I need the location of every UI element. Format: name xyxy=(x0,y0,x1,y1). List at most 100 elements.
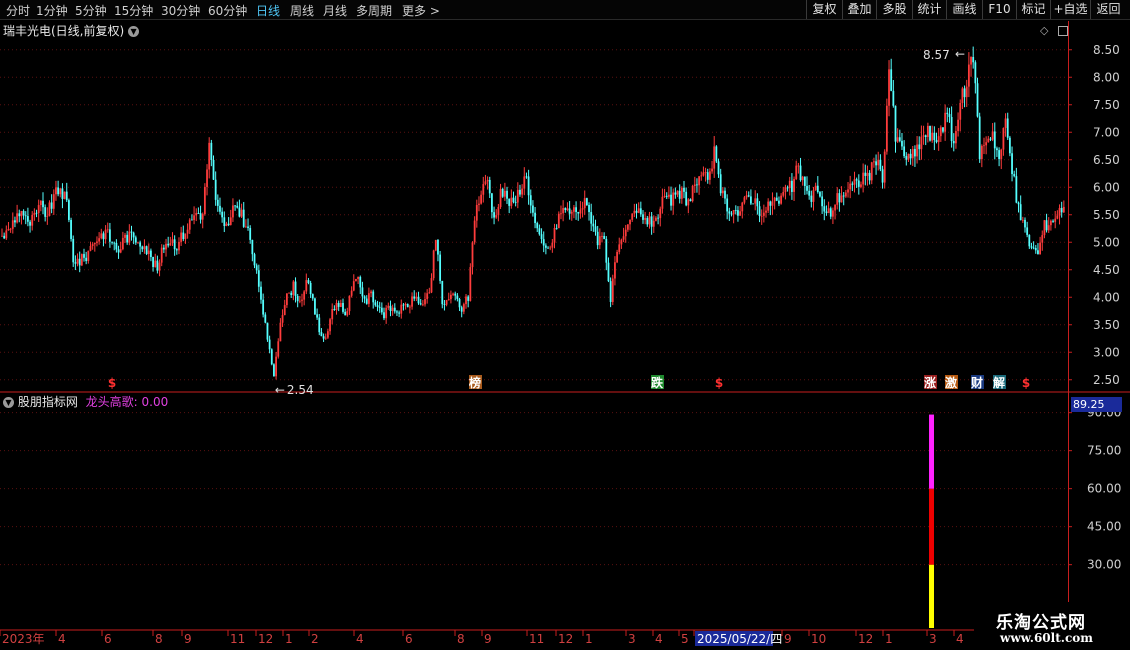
candle-body xyxy=(126,234,129,243)
candle-body xyxy=(894,105,897,142)
candle-body xyxy=(633,210,636,214)
event-marker: $ xyxy=(715,376,723,390)
candle-body xyxy=(130,231,133,233)
event-marker: 解 xyxy=(993,375,1005,390)
candle-body xyxy=(911,149,914,159)
candle-body xyxy=(998,150,1000,160)
candle-body xyxy=(687,199,690,206)
candle-body xyxy=(225,223,228,227)
candle-body xyxy=(499,188,502,207)
candle-body xyxy=(885,105,888,152)
candle-body xyxy=(896,137,899,142)
candle-body xyxy=(264,314,267,323)
candle-body xyxy=(875,161,877,166)
candle-body xyxy=(98,238,101,242)
candle-body xyxy=(655,217,657,221)
candle-body xyxy=(961,88,964,103)
candle-body xyxy=(458,299,461,308)
price-tick-label: 7.50 xyxy=(1093,98,1120,112)
candle-body xyxy=(119,249,122,253)
candle-body xyxy=(335,302,338,310)
candle-body xyxy=(303,291,306,300)
candle-body xyxy=(7,229,10,231)
candle-body xyxy=(607,262,610,282)
candle-body xyxy=(629,219,631,225)
time-cursor-label: 2025/05/22/四 xyxy=(697,632,782,646)
candle-body xyxy=(309,283,312,295)
candle-body xyxy=(391,307,394,312)
time-tick-label: 1 xyxy=(585,632,593,646)
candle-body xyxy=(581,208,584,210)
candle-body xyxy=(609,281,612,302)
candle-body xyxy=(465,296,467,305)
candle-body xyxy=(903,146,906,157)
candle-body xyxy=(618,244,621,252)
candle-body xyxy=(203,186,206,215)
candle-body xyxy=(96,241,98,243)
candle-body xyxy=(1060,207,1063,213)
candle-body xyxy=(450,294,452,300)
candle-body xyxy=(29,221,31,226)
candle-body xyxy=(525,176,528,178)
candle-body xyxy=(825,211,828,214)
candle-body xyxy=(898,137,901,141)
chevron-down-icon[interactable]: ▼ xyxy=(3,397,14,408)
candle-body xyxy=(208,142,211,170)
candle-body xyxy=(1037,250,1039,255)
low-price-label: 2.54 xyxy=(287,383,314,397)
candle-body xyxy=(117,249,120,253)
candle-body xyxy=(387,305,390,308)
time-tick-label: 11 xyxy=(230,632,245,646)
price-tick-label: 7.00 xyxy=(1093,125,1120,139)
candle-body xyxy=(573,207,575,212)
candle-body xyxy=(452,293,454,295)
candle-body xyxy=(372,291,375,303)
candle-body xyxy=(510,197,513,206)
candle-body xyxy=(827,208,830,214)
candle-body xyxy=(758,206,761,216)
candle-body xyxy=(773,197,776,202)
candle-body xyxy=(52,194,55,209)
candle-body xyxy=(1052,220,1054,222)
candle-body xyxy=(834,204,836,211)
candle-body xyxy=(661,196,664,209)
time-tick-label: 12 xyxy=(558,632,573,646)
candle-body xyxy=(3,235,6,239)
candle-body xyxy=(39,200,42,206)
candle-body xyxy=(249,228,252,240)
candle-body xyxy=(223,217,226,227)
candle-body xyxy=(491,193,493,213)
candle-body xyxy=(821,196,824,207)
candle-body xyxy=(85,257,88,262)
candle-body xyxy=(14,220,16,223)
candle-body xyxy=(1011,153,1013,175)
square-icon[interactable] xyxy=(1058,25,1069,36)
candle-body xyxy=(631,213,634,220)
candle-body xyxy=(102,233,105,240)
candle-body xyxy=(389,305,392,312)
candle-body xyxy=(447,299,450,301)
candle-body xyxy=(106,229,109,231)
candle-body xyxy=(493,212,495,218)
candle-body xyxy=(413,296,416,299)
candle-body xyxy=(626,224,629,230)
candle-body xyxy=(154,260,157,267)
candle-body xyxy=(441,280,444,305)
candle-body xyxy=(339,303,342,307)
price-tick-label: 6.00 xyxy=(1093,180,1120,194)
indicator-bar-segment xyxy=(929,414,934,489)
candle-body xyxy=(873,161,875,163)
candle-body xyxy=(730,213,733,215)
candle-body xyxy=(540,234,543,240)
candle-body xyxy=(320,332,323,337)
diamond-icon[interactable]: ◇ xyxy=(1040,24,1048,37)
candle-body xyxy=(914,149,916,157)
chart-canvas[interactable]: 8.50 8.00 7.50 7.00 6.50 6.00 5.50 5.00 4.50 4.00… xyxy=(0,0,1130,650)
candle-body xyxy=(588,204,590,213)
candle-body xyxy=(775,197,778,201)
candle-body xyxy=(305,280,308,292)
candle-body xyxy=(324,337,327,339)
indicator-tick-label: 30.00 xyxy=(1087,558,1121,572)
candle-body xyxy=(232,205,234,218)
candle-body xyxy=(721,190,724,194)
